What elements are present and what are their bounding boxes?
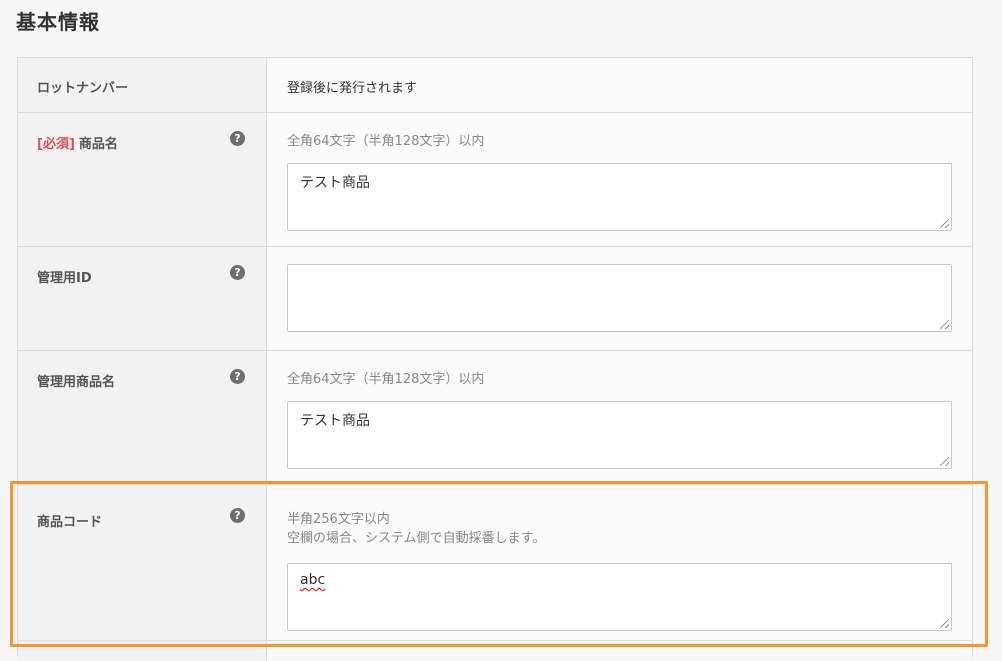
value-cell-product-code: 半角256文字以内 空欄の場合、システム側で自動採番します。 abc	[267, 485, 972, 640]
resize-grip-icon[interactable]	[940, 320, 949, 329]
field-label-management-id: 管理用ID	[37, 271, 92, 286]
product-code-hint-line: 半角256文字以内	[287, 512, 390, 527]
label-cell-product-code: 商品コード ?	[18, 485, 267, 640]
row-management-product-name: 管理用商品名 ? 全角64文字（半角128文字）以内 テスト商品	[18, 351, 972, 485]
row-product-name: [必須] 商品名 ? 全角64文字（半角128文字）以内 テスト商品	[18, 113, 972, 247]
row-management-id: 管理用ID ?	[18, 247, 972, 351]
resize-grip-icon[interactable]	[940, 219, 949, 228]
management-product-name-textarea[interactable]: テスト商品	[287, 401, 952, 469]
value-cell-management-id	[267, 247, 972, 350]
help-icon[interactable]: ?	[230, 508, 245, 523]
resize-grip-icon[interactable]	[940, 457, 949, 466]
basic-info-form: ロットナンバー 登録後に発行されます [必須] 商品名 ? 全角64文字（半角12…	[17, 57, 973, 661]
help-icon[interactable]: ?	[230, 131, 245, 146]
label-cell-product-name: [必須] 商品名 ?	[18, 113, 267, 246]
product-code-hint: 半角256文字以内 空欄の場合、システム側で自動採番します。	[287, 510, 952, 548]
label-cell-next	[18, 641, 267, 661]
resize-grip-icon[interactable]	[940, 619, 949, 628]
row-product-code: 商品コード ? 半角256文字以内 空欄の場合、システム側で自動採番します。 a…	[18, 485, 972, 641]
value-cell-product-name: 全角64文字（半角128文字）以内 テスト商品	[267, 113, 972, 246]
help-icon[interactable]: ?	[230, 265, 245, 280]
product-code-hint-line: 空欄の場合、システム側で自動採番します。	[287, 531, 546, 546]
product-code-textarea[interactable]: abc	[287, 563, 952, 631]
product-name-text: テスト商品	[300, 175, 370, 191]
label-cell-management-id: 管理用ID ?	[18, 247, 267, 350]
field-label-product-code: 商品コード	[37, 515, 103, 530]
help-icon[interactable]: ?	[230, 369, 245, 384]
management-product-name-hint: 全角64文字（半角128文字）以内	[287, 372, 485, 387]
product-name-hint: 全角64文字（半角128文字）以内	[287, 134, 485, 149]
value-cell-lot-number: 登録後に発行されます	[267, 58, 972, 112]
product-name-textarea[interactable]: テスト商品	[287, 163, 952, 231]
lot-number-value: 登録後に発行されます	[287, 81, 418, 96]
required-tag: [必須]	[37, 137, 75, 152]
field-label-management-product-name: 管理用商品名	[37, 375, 116, 390]
field-label-lot-number: ロットナンバー	[37, 81, 129, 96]
row-next-partial	[18, 641, 972, 661]
product-code-text: abc	[300, 572, 326, 588]
label-cell-lot-number: ロットナンバー	[18, 58, 267, 112]
row-lot-number: ロットナンバー 登録後に発行されます	[18, 58, 972, 113]
field-label-product-name: 商品名	[78, 137, 118, 152]
value-cell-next	[267, 641, 972, 661]
value-cell-management-product-name: 全角64文字（半角128文字）以内 テスト商品	[267, 351, 972, 484]
management-id-textarea[interactable]	[287, 264, 952, 332]
label-cell-management-product-name: 管理用商品名 ?	[18, 351, 267, 484]
section-title: 基本情報	[16, 10, 100, 34]
management-product-name-text: テスト商品	[300, 413, 370, 429]
